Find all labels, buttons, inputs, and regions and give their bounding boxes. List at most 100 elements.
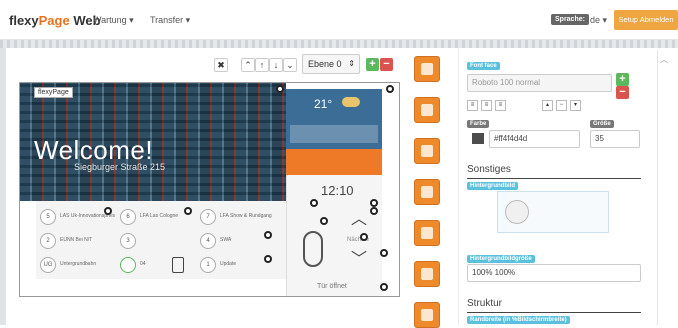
cell-label: LFA Show & Rundgang (220, 213, 272, 219)
resize-handle[interactable] (320, 217, 328, 225)
background-size-label: Hintergrundbildgröße (467, 255, 535, 263)
menu-transfer[interactable]: Transfer ▾ (150, 15, 190, 26)
layer-value: Ebene 0 (308, 59, 342, 69)
header-texture (0, 40, 678, 48)
weather-temperature: 21° (314, 97, 333, 111)
top-navbar: flexyPage Web Wartung ▾ Transfer ▾ Sprac… (0, 0, 678, 40)
close-element-button[interactable]: ✖ (214, 58, 228, 72)
weather-widget[interactable]: 21° (286, 89, 382, 149)
move-bottom-button[interactable]: ⌄ (283, 58, 297, 72)
chevron-down-icon: ﹀ (351, 251, 368, 268)
color-label: Farbe (467, 120, 490, 128)
door-status: Tür öffnet (317, 283, 347, 290)
add-extra-tool[interactable] (414, 302, 440, 328)
add-text-tool[interactable] (414, 138, 440, 164)
remove-font-button[interactable]: − (616, 86, 629, 99)
resize-handle[interactable] (360, 233, 368, 241)
add-settings-tool[interactable] (414, 261, 440, 287)
page-canvas[interactable]: flexyPage Welcome! Siegburger Straße 215… (19, 82, 400, 297)
remove-layer-button[interactable]: − (380, 58, 393, 71)
cell-label: EUNN Bei N/T (60, 237, 93, 243)
language-select[interactable]: de ▾ (590, 15, 607, 26)
resize-handle[interactable] (310, 199, 318, 207)
cell-label: 04 (140, 261, 146, 267)
grid-cell[interactable]: UG Untergrundbahn (40, 255, 116, 277)
clock-time: 12:10 (321, 183, 354, 198)
valign-middle-icon[interactable]: − (556, 100, 567, 111)
resize-handle[interactable] (370, 199, 378, 207)
setup-logout-button[interactable]: Setup Abmelden (614, 10, 678, 30)
sun-cloud-icon (342, 97, 360, 107)
background-image-label: Hintergrundbild (467, 182, 518, 190)
layer-select[interactable]: Ebene 0 ⇕ (302, 54, 360, 74)
cell-label: Update (220, 261, 237, 267)
add-image-tool[interactable] (414, 56, 440, 82)
grid-cell[interactable]: 04 (120, 255, 196, 277)
move-top-button[interactable]: ⌃ (241, 58, 255, 72)
layer-arrow-icon: ⇕ (348, 59, 355, 68)
resize-handle[interactable] (276, 85, 284, 93)
color-swatch[interactable] (472, 133, 484, 144)
cell-label: Untergrundbahn (60, 261, 97, 267)
section-divider (467, 178, 641, 179)
resize-handle[interactable] (264, 255, 272, 263)
move-down-button[interactable]: ↓ (269, 58, 283, 72)
chevron-up-icon: ︿ (351, 211, 368, 228)
image-placeholder-icon (505, 200, 529, 224)
resize-handle[interactable] (380, 283, 388, 291)
cell-number: 7 (200, 209, 216, 225)
font-face-select[interactable]: Roboto 100 normal (467, 74, 612, 92)
news-ticker[interactable] (286, 149, 382, 175)
resize-handle[interactable] (264, 231, 272, 239)
canvas-logo[interactable]: flexyPage (34, 87, 73, 98)
brand-accent: Page (38, 13, 70, 28)
cell-number (120, 257, 136, 273)
valign-bottom-icon[interactable]: ▾ (570, 100, 581, 111)
size-input[interactable]: 35 (590, 130, 640, 148)
cell-number: 5 (40, 209, 56, 225)
cell-number: 1 (200, 257, 216, 273)
resize-handle[interactable] (380, 249, 388, 257)
section-divider (467, 312, 641, 313)
forecast-row (290, 125, 378, 143)
grid-cell[interactable]: 7 LFA Show & Rundgang (200, 207, 276, 229)
border-width-label: Randbreite (in %Bildschirmbreite) (467, 316, 570, 324)
resize-handle[interactable] (370, 207, 378, 215)
grid-cell[interactable]: 2 EUNN Bei N/T (40, 231, 116, 253)
cell-number: 4 (200, 233, 216, 249)
add-font-button[interactable]: + (616, 73, 629, 86)
menu-wartung[interactable]: Wartung ▾ (93, 15, 134, 26)
color-input[interactable]: #ff4f4d4d (489, 130, 580, 148)
section-sonstiges: Sonstiges (467, 164, 511, 175)
cell-label: SWA (220, 237, 232, 243)
grid-cell[interactable]: 3 (120, 231, 196, 253)
room-grid[interactable]: 5 LAS Uk-Innovationspreis 6 LFA Las Colo… (36, 201, 286, 279)
counter-display (303, 231, 323, 267)
move-up-button[interactable]: ↑ (255, 58, 269, 72)
street-text[interactable]: Siegburger Straße 215 (74, 162, 165, 172)
align-left-icon[interactable]: ≡ (467, 100, 478, 111)
align-right-icon[interactable]: ≡ (495, 100, 506, 111)
cell-number: 2 (40, 233, 56, 249)
cell-label: LFA Las Cologne (140, 213, 179, 219)
add-layer-button[interactable]: + (366, 58, 379, 71)
resize-handle[interactable] (386, 85, 394, 93)
background-image-drop[interactable] (497, 191, 609, 233)
resize-handle[interactable] (104, 207, 112, 215)
size-label: Größe (590, 120, 614, 128)
add-shape-tool[interactable] (414, 97, 440, 123)
valign-top-icon[interactable]: ▴ (542, 100, 553, 111)
cell-number: 6 (120, 209, 136, 225)
add-widget-tool[interactable] (414, 179, 440, 205)
scroll-up-icon[interactable]: ︿ (660, 54, 668, 65)
panel-scrollbar[interactable]: ︿ (657, 50, 669, 325)
brand-prefix: flexy (9, 13, 39, 28)
align-center-icon[interactable]: ≡ (481, 100, 492, 111)
brand-logo[interactable]: flexyPage Web (9, 13, 101, 28)
language-label: Sprache: (551, 14, 589, 25)
section-struktur: Struktur (467, 298, 503, 309)
cell-number: 3 (120, 233, 136, 249)
add-light-tool[interactable] (414, 220, 440, 246)
resize-handle[interactable] (184, 207, 192, 215)
background-size-select[interactable]: 100% 100% (467, 264, 641, 282)
